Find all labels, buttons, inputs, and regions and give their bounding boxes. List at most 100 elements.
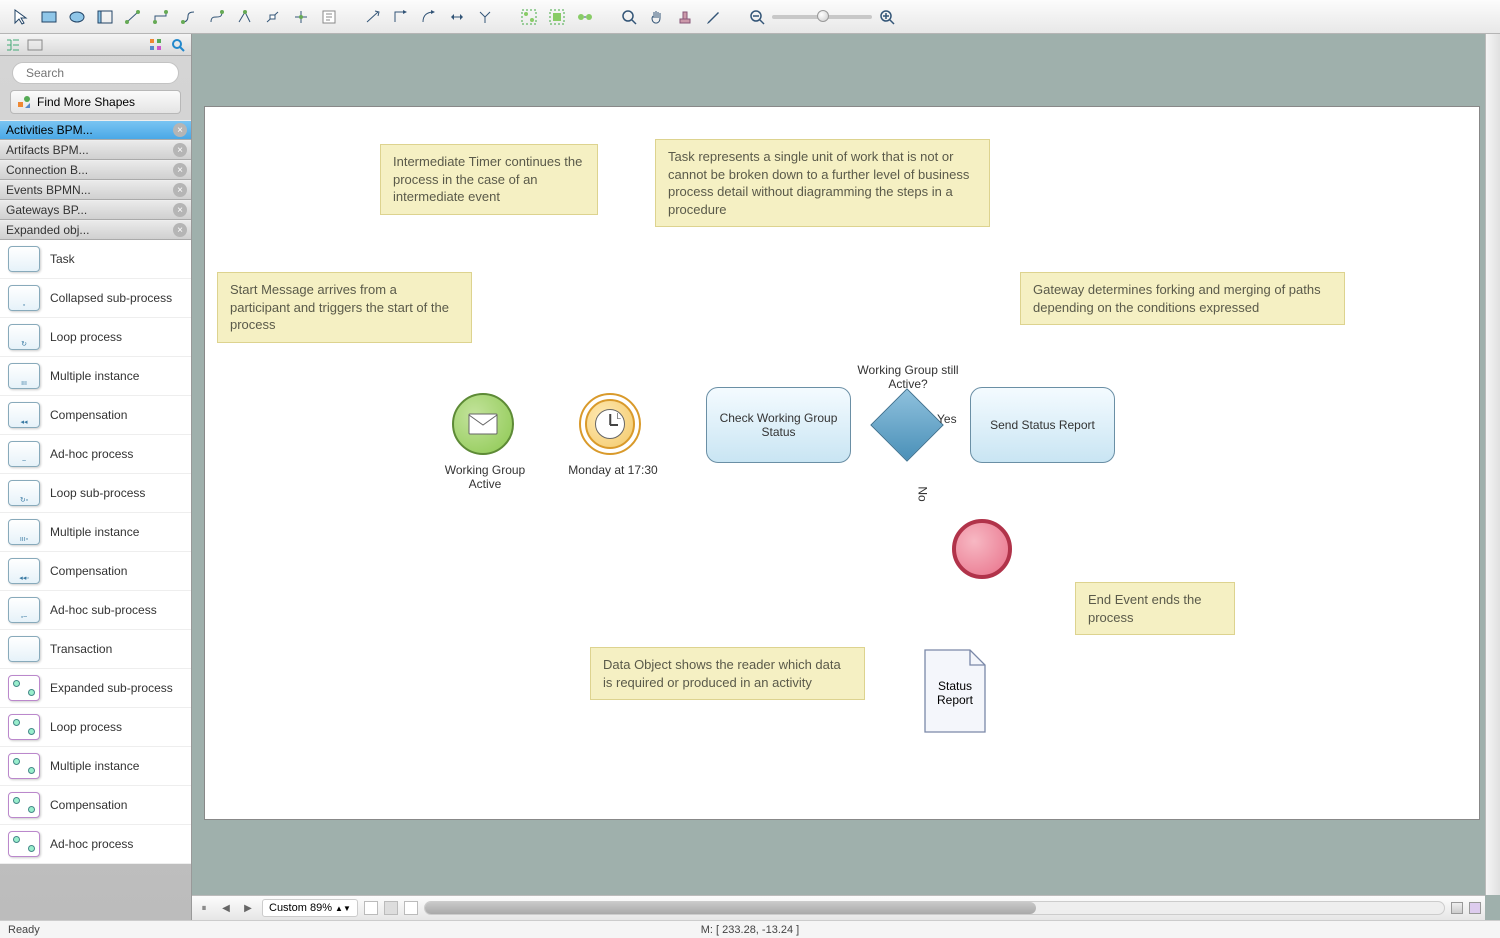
shape-item[interactable]: ~Ad-hoc process bbox=[0, 435, 191, 474]
find-more-shapes[interactable]: Find More Shapes bbox=[10, 90, 181, 114]
zoom-slider-handle[interactable] bbox=[817, 10, 829, 22]
zoom-region[interactable] bbox=[616, 5, 642, 29]
grid-view-icon[interactable] bbox=[147, 36, 165, 54]
start-message-event[interactable] bbox=[452, 393, 514, 455]
prev-page[interactable]: ◀ bbox=[218, 900, 234, 916]
horizontal-scrollbar[interactable] bbox=[424, 901, 1445, 915]
shape-item[interactable]: Expanded sub-process bbox=[0, 669, 191, 708]
shape-item[interactable]: Compensation bbox=[0, 786, 191, 825]
pointer-tool[interactable] bbox=[8, 5, 34, 29]
category-row[interactable]: Events BPMN...× bbox=[0, 180, 191, 200]
task-check-status[interactable]: Check Working Group Status bbox=[706, 387, 851, 463]
edge-no: No bbox=[916, 486, 930, 501]
shape-item[interactable]: Task bbox=[0, 240, 191, 279]
line-tool-3[interactable] bbox=[416, 5, 442, 29]
shape-thumb-icon bbox=[8, 246, 40, 272]
zoom-readout[interactable]: Custom 89% ▲▼ bbox=[262, 899, 358, 917]
shape-item[interactable]: ◂◂ Compensation bbox=[0, 396, 191, 435]
start-label: Working Group Active bbox=[435, 463, 535, 491]
eyedropper-tool[interactable] bbox=[700, 5, 726, 29]
zoom-in-button[interactable] bbox=[874, 5, 900, 29]
data-object[interactable]: Status Report bbox=[920, 647, 990, 735]
search-mode-icon[interactable] bbox=[169, 36, 187, 54]
shape-thumb-icon bbox=[8, 675, 40, 701]
category-row[interactable]: Connection B...× bbox=[0, 160, 191, 180]
pan-tool[interactable] bbox=[644, 5, 670, 29]
connector-4[interactable] bbox=[204, 5, 230, 29]
shape-item[interactable]: Loop process bbox=[0, 708, 191, 747]
intermediate-timer-event[interactable]: L bbox=[579, 393, 641, 455]
align-2[interactable] bbox=[544, 5, 570, 29]
note-start: Start Message arrives from a participant… bbox=[217, 272, 472, 343]
shape-label: Compensation bbox=[50, 564, 127, 578]
shape-search[interactable] bbox=[12, 62, 179, 84]
shape-label: Ad-hoc process bbox=[50, 837, 133, 851]
shape-thumb-icon: ↻▫ bbox=[8, 480, 40, 506]
vertical-scrollbar[interactable] bbox=[1485, 34, 1500, 895]
align-3[interactable] bbox=[572, 5, 598, 29]
page-thumb-3[interactable] bbox=[404, 901, 418, 915]
line-split[interactable] bbox=[472, 5, 498, 29]
next-page[interactable]: ▶ bbox=[240, 900, 256, 916]
gateway-decision[interactable] bbox=[870, 388, 944, 462]
search-input[interactable] bbox=[26, 66, 181, 80]
shape-item[interactable]: ▫~Ad-hoc sub-process bbox=[0, 591, 191, 630]
connector-7[interactable] bbox=[288, 5, 314, 29]
category-row[interactable]: Artifacts BPM... × bbox=[0, 140, 191, 160]
align-1[interactable] bbox=[516, 5, 542, 29]
shape-item[interactable]: ↻▫Loop sub-process bbox=[0, 474, 191, 513]
diagram-canvas[interactable]: Start Message arrives from a participant… bbox=[204, 106, 1480, 820]
shapes-icon bbox=[17, 95, 31, 109]
connector-2[interactable] bbox=[148, 5, 174, 29]
category-row[interactable]: Gateways BP...× bbox=[0, 200, 191, 220]
close-icon[interactable]: × bbox=[173, 203, 187, 217]
connector-3[interactable] bbox=[176, 5, 202, 29]
corner-2[interactable] bbox=[1469, 902, 1481, 914]
rect-tool[interactable] bbox=[36, 5, 62, 29]
connector-5[interactable] bbox=[232, 5, 258, 29]
note-end: End Event ends the process bbox=[1075, 582, 1235, 635]
close-icon[interactable]: × bbox=[173, 123, 187, 137]
end-event[interactable] bbox=[952, 519, 1012, 579]
close-icon[interactable]: × bbox=[173, 143, 187, 157]
shape-item[interactable]: ıııMultiple instance bbox=[0, 357, 191, 396]
shape-label: Ad-hoc process bbox=[50, 447, 133, 461]
zoom-out-button[interactable] bbox=[744, 5, 770, 29]
shape-item[interactable]: Multiple instance bbox=[0, 747, 191, 786]
connector-6[interactable] bbox=[260, 5, 286, 29]
shape-label: Compensation bbox=[50, 408, 127, 422]
shape-item[interactable]: ◂◂▫Compensation bbox=[0, 552, 191, 591]
shape-thumb-icon: ııı▫ bbox=[8, 519, 40, 545]
shape-item[interactable]: ııı▫Multiple instance bbox=[0, 513, 191, 552]
zoom-slider[interactable] bbox=[772, 15, 872, 19]
category-row[interactable]: Expanded obj...× bbox=[0, 220, 191, 240]
stamp-tool[interactable] bbox=[672, 5, 698, 29]
corner-1[interactable] bbox=[1451, 902, 1463, 914]
insert-tool[interactable] bbox=[316, 5, 342, 29]
line-tool-1[interactable] bbox=[360, 5, 386, 29]
shape-label: Transaction bbox=[50, 642, 112, 656]
task-send-report[interactable]: Send Status Report bbox=[970, 387, 1115, 463]
close-icon[interactable]: × bbox=[173, 223, 187, 237]
ellipse-tool[interactable] bbox=[64, 5, 90, 29]
shape-item[interactable]: Ad-hoc process bbox=[0, 825, 191, 864]
category-label: Artifacts BPM... bbox=[6, 143, 89, 157]
close-icon[interactable]: × bbox=[173, 183, 187, 197]
shape-item[interactable]: ▫Collapsed sub-process bbox=[0, 279, 191, 318]
line-tool-2[interactable] bbox=[388, 5, 414, 29]
shape-label: Multiple instance bbox=[50, 759, 139, 773]
container-tool[interactable] bbox=[92, 5, 118, 29]
page-thumb-2[interactable] bbox=[384, 901, 398, 915]
toggle-panel-icon[interactable] bbox=[26, 36, 44, 54]
tree-view-icon[interactable] bbox=[4, 36, 22, 54]
pause-icon[interactable]: ⏸ bbox=[196, 900, 212, 916]
category-row[interactable]: Activities BPM...× bbox=[0, 120, 191, 140]
shape-item[interactable]: ↻Loop process bbox=[0, 318, 191, 357]
shape-thumb-icon: ◂◂ bbox=[8, 402, 40, 428]
shape-item[interactable]: Transaction bbox=[0, 630, 191, 669]
close-icon[interactable]: × bbox=[173, 163, 187, 177]
hscroll-thumb[interactable] bbox=[425, 902, 1036, 914]
page-thumb-1[interactable] bbox=[364, 901, 378, 915]
connector-1[interactable] bbox=[120, 5, 146, 29]
line-bidir[interactable] bbox=[444, 5, 470, 29]
